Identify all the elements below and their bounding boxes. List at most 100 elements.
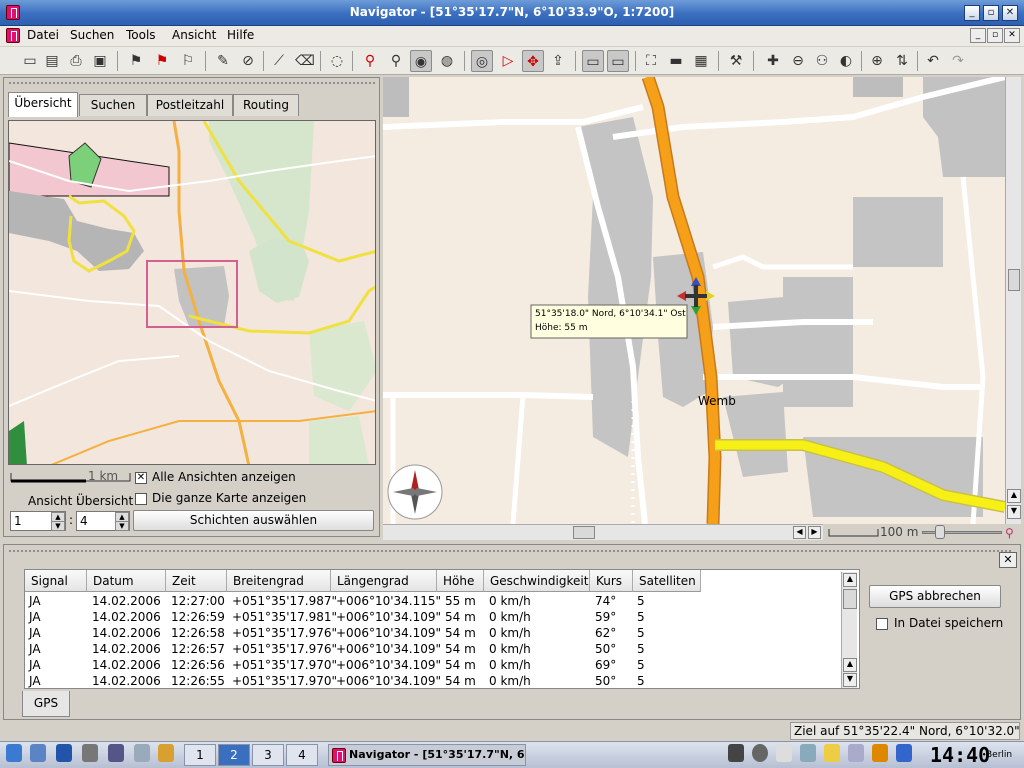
cube-icon[interactable] — [56, 744, 72, 762]
play-icon[interactable]: ▷ — [497, 50, 519, 72]
col-kurs[interactable]: Kurs — [590, 570, 633, 592]
col-breitengrad[interactable]: Breitengrad — [227, 570, 331, 592]
table-row[interactable]: JA 14.02.2006 12:27:00 +051°35'17.987" +006°… — [25, 594, 839, 610]
user-add-icon[interactable]: ✚ — [762, 50, 784, 72]
flag-red-icon[interactable]: ⚑ — [151, 50, 173, 72]
menu-ansicht[interactable]: Ansicht — [172, 28, 216, 42]
target-icon[interactable]: ⊕ — [866, 50, 888, 72]
desktop-3[interactable]: 3 — [252, 744, 284, 766]
gps-scroll-up[interactable]: ▲ — [843, 658, 857, 672]
gps-scroll-down[interactable]: ▼ — [843, 673, 857, 687]
col-laengengrad[interactable]: Längengrad — [331, 570, 437, 592]
menu-datei[interactable]: Datei — [27, 28, 59, 42]
kmenu-icon[interactable] — [6, 744, 22, 762]
table-row[interactable]: JA 14.02.2006 12:26:55 +051°35'17.970" +006°… — [25, 674, 839, 688]
vscroll-thumb[interactable] — [1008, 269, 1020, 291]
user-remove-icon[interactable]: ⊖ — [787, 50, 809, 72]
route-erase-icon[interactable]: ⌫ — [294, 50, 316, 72]
vscroll-down-arrow[interactable]: ▼ — [1007, 505, 1021, 519]
arrows-icon[interactable]: ⇅ — [891, 50, 913, 72]
gps-panel-grip[interactable] — [8, 549, 1013, 553]
menu-suchen[interactable]: Suchen — [70, 28, 114, 42]
save-icon[interactable]: ▣ — [89, 50, 111, 72]
monitor-icon[interactable] — [848, 744, 864, 762]
tab-gps[interactable]: GPS — [22, 691, 70, 717]
col-satelliten[interactable]: Satelliten — [633, 570, 701, 592]
tools-icon[interactable]: ⚒ — [725, 50, 747, 72]
gps-table[interactable]: Signal Datum Zeit Breitengrad Längengrad… — [24, 569, 860, 689]
zoom-slider[interactable] — [922, 531, 1002, 534]
layers-icon[interactable]: ▦ — [690, 50, 712, 72]
mdi-restore-button[interactable]: ▫ — [987, 28, 1003, 43]
redo-icon[interactable]: ↷ — [947, 50, 969, 72]
tab-uebersicht[interactable]: Übersicht — [8, 92, 78, 117]
tool-icon[interactable] — [108, 744, 124, 762]
hscroll-thumb[interactable] — [573, 526, 595, 539]
col-geschwindigkeit[interactable]: Geschwindigkeit — [484, 570, 590, 592]
route-icon[interactable]: ⟋ — [268, 50, 290, 72]
col-signal[interactable]: Signal — [25, 570, 87, 592]
table-row[interactable]: JA 14.02.2006 12:26:57 +051°35'17.976" +006°… — [25, 642, 839, 658]
gps-scroll-thumb[interactable] — [843, 589, 857, 609]
follow-icon[interactable]: ⇪ — [547, 50, 569, 72]
ganze-karte-checkbox[interactable] — [135, 493, 147, 505]
gps-table-scrollbar[interactable]: ▲ ▲ ▼ — [841, 572, 857, 688]
eye-icon[interactable]: ◉ — [410, 50, 432, 72]
col-zeit[interactable]: Zeit — [166, 570, 227, 592]
vscroll-up-arrow[interactable]: ▲ — [1007, 489, 1021, 503]
hscroll-right-arrow[interactable]: ▶ — [808, 526, 821, 539]
tag-icon[interactable] — [824, 744, 840, 762]
zoom-slider-handle[interactable] — [935, 525, 945, 539]
gps-icon[interactable]: ◎ — [471, 50, 493, 72]
hscroll-left-arrow[interactable]: ◀ — [793, 526, 806, 539]
layer-icon[interactable]: ▬ — [665, 50, 687, 72]
col-datum[interactable]: Datum — [87, 570, 166, 592]
globe-icon[interactable]: ◐ — [835, 50, 857, 72]
alle-ansichten-checkbox[interactable]: ✕ — [135, 472, 147, 484]
flag-checkered-icon[interactable]: ⚐ — [177, 50, 199, 72]
pin-route-icon[interactable]: ⚲ — [385, 50, 407, 72]
gps-cancel-button[interactable]: GPS abbrechen — [869, 585, 1001, 608]
tab-suchen[interactable]: Suchen — [79, 94, 147, 116]
briefcase-icon[interactable] — [872, 744, 888, 762]
desktop-4[interactable]: 4 — [286, 744, 318, 766]
speaker-icon[interactable] — [800, 744, 816, 762]
menu-tools[interactable]: Tools — [126, 28, 156, 42]
page-icon[interactable]: ▤ — [41, 50, 63, 72]
table-row[interactable]: JA 14.02.2006 12:26:58 +051°35'17.976" +006°… — [25, 626, 839, 642]
split-view2-icon[interactable]: ▭ — [607, 50, 629, 72]
home-icon[interactable] — [30, 744, 46, 762]
maximize-button[interactable]: ▫ — [983, 5, 999, 21]
mdi-close-button[interactable]: ✕ — [1004, 28, 1020, 43]
menu-hilfe[interactable]: Hilfe — [227, 28, 254, 42]
desktop-1[interactable]: 1 — [184, 744, 216, 766]
split-view-icon[interactable]: ▭ — [582, 50, 604, 72]
col-hoehe[interactable]: Höhe — [437, 570, 484, 592]
save-to-file-checkbox[interactable] — [876, 618, 888, 630]
close-button[interactable]: ✕ — [1002, 5, 1018, 21]
users-icon[interactable]: ⚇ — [811, 50, 833, 72]
tab-routing[interactable]: Routing — [233, 94, 299, 116]
tab-postleitzahl[interactable]: Postleitzahl — [147, 94, 233, 116]
desktop-2[interactable]: 2 — [218, 744, 250, 766]
fullscreen-icon[interactable]: ⛶ — [640, 50, 662, 72]
link-icon[interactable]: ⊘ — [237, 50, 259, 72]
pan-icon[interactable]: ✥ — [522, 50, 544, 72]
minimize-button[interactable]: _ — [964, 5, 980, 21]
measure-icon[interactable]: ✎ — [212, 50, 234, 72]
table-row[interactable]: JA 14.02.2006 12:26:56 +051°35'17.970" +006°… — [25, 658, 839, 674]
panel-grip[interactable] — [8, 81, 376, 86]
bulb-icon[interactable]: ◌ — [326, 50, 348, 72]
clipboard-icon[interactable] — [776, 744, 792, 762]
undo-icon[interactable]: ↶ — [922, 50, 944, 72]
app-menu-icon[interactable] — [6, 28, 20, 43]
map-horizontal-scrollbar[interactable]: ◀ ▶ — [383, 524, 823, 540]
download-icon[interactable] — [896, 744, 912, 762]
spin-left-down[interactable]: ▼ — [51, 521, 65, 531]
pin-icon[interactable]: ⚲ — [359, 50, 381, 72]
overview-map[interactable] — [8, 120, 376, 465]
zoom-magnifier-icon[interactable]: ⚲ — [1005, 526, 1014, 540]
main-map[interactable] — [383, 77, 1005, 524]
network-icon[interactable] — [134, 744, 150, 762]
settings-icon[interactable] — [82, 744, 98, 762]
